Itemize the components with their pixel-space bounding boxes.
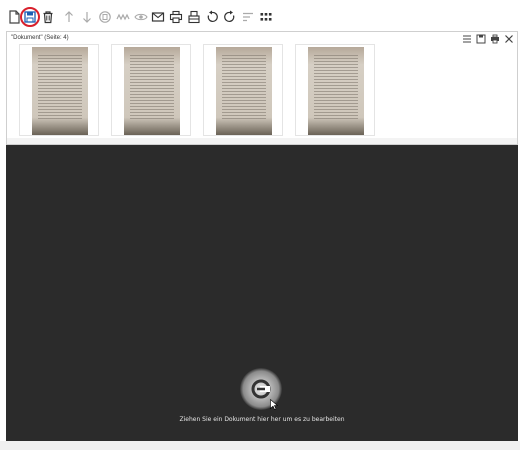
signature-icon[interactable] (115, 9, 131, 25)
close-icon[interactable] (504, 34, 514, 44)
mouse-cursor-icon (270, 397, 279, 415)
move-up-icon[interactable] (61, 9, 77, 25)
scan-icon[interactable] (186, 9, 202, 25)
page-image (124, 47, 180, 135)
ocr-icon[interactable] (97, 9, 113, 25)
rotate-left-icon[interactable] (204, 9, 220, 25)
move-down-icon[interactable] (79, 9, 95, 25)
page-image (216, 47, 272, 135)
rotate-right-icon[interactable] (222, 9, 238, 25)
panel-save-icon[interactable] (476, 34, 486, 44)
document-panel: "Dokument" (Seite: 4) (6, 31, 518, 145)
horizontal-scrollbar[interactable] (7, 138, 517, 144)
sort-icon[interactable] (240, 9, 256, 25)
print-icon[interactable] (168, 9, 184, 25)
panel-print-icon[interactable] (490, 34, 500, 44)
drop-zone[interactable]: Ziehen Sie ein Dokument hier her um es z… (6, 145, 518, 441)
page-image (308, 47, 364, 135)
save-icon[interactable] (22, 9, 38, 25)
main-toolbar (0, 0, 520, 32)
email-icon[interactable] (150, 9, 166, 25)
panel-actions (462, 34, 514, 44)
view-icon[interactable] (133, 9, 149, 25)
page-thumbnail-4[interactable] (295, 44, 375, 136)
delete-icon[interactable] (40, 9, 56, 25)
menu-icon[interactable] (462, 34, 472, 44)
status-bar (0, 441, 520, 450)
drop-instruction: Ziehen Sie ein Dokument hier her um es z… (179, 416, 345, 423)
document-title: "Dokument" (Seite: 4) (11, 35, 69, 41)
page-thumbnail-2[interactable] (111, 44, 191, 136)
page-thumbnail-3[interactable] (203, 44, 283, 136)
page-image (32, 47, 88, 135)
page-thumbnail-1[interactable] (19, 44, 99, 136)
grid-view-icon[interactable] (258, 9, 274, 25)
